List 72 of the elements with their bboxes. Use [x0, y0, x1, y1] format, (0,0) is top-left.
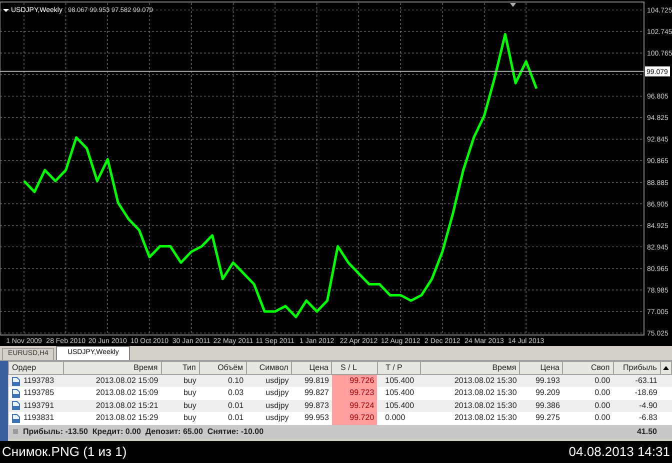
- table-cell: 2013.08.02 15:09: [64, 374, 162, 387]
- table-cell: 99.726: [332, 374, 378, 387]
- column-header[interactable]: Время: [64, 362, 162, 374]
- table-cell: 99.827: [292, 387, 332, 400]
- order-icon: [12, 376, 20, 386]
- table-cell: usdjpy: [246, 400, 292, 412]
- summary-icon: [13, 429, 18, 434]
- table-cell: buy: [161, 412, 200, 424]
- table-cell: 1193831: [24, 412, 54, 424]
- status-text: Снимок.PNG (1 из 1): [2, 443, 127, 462]
- table-cell: usdjpy: [246, 412, 292, 424]
- table-cell: buy: [161, 374, 200, 387]
- table-cell: -63.11: [613, 374, 660, 387]
- column-header[interactable]: Цена: [292, 362, 332, 374]
- order-icon: [12, 414, 20, 423]
- column-header[interactable]: Прибыль: [613, 362, 660, 374]
- column-header[interactable]: S / L: [332, 362, 378, 374]
- table-cell: 2013.08.02 15:30: [420, 374, 520, 387]
- table-cell: 1193785: [24, 387, 54, 400]
- table-cell: usdjpy: [246, 374, 292, 387]
- table-cell: -18.69: [613, 387, 660, 400]
- table-cell: 99.275: [520, 412, 563, 424]
- table-cell: buy: [161, 400, 200, 412]
- column-header[interactable]: Объём: [199, 362, 247, 374]
- table-cell: 2013.08.02 15:30: [420, 412, 520, 424]
- table-cell: 0.01: [199, 400, 247, 412]
- table-cell: 99.209: [520, 387, 563, 400]
- table-cell: -4.90: [613, 400, 660, 412]
- table-cell: 0.10: [199, 374, 247, 387]
- table-cell: 99.873: [292, 400, 332, 412]
- table-cell: 2013.08.02 15:30: [420, 387, 520, 400]
- table-cell: 0.000: [377, 412, 420, 424]
- account-summary: Прибыль: -13.50 Кредит: 0.00 Депозит: 65.00 Снятие: -10.00: [23, 426, 264, 438]
- column-header[interactable]: T / P: [377, 362, 420, 374]
- table-cell: 105.400: [377, 374, 420, 387]
- order-icon: [12, 401, 20, 410]
- table-cell: 2013.08.02 15:21: [64, 400, 162, 412]
- table-cell: 0.00: [562, 400, 614, 412]
- scroll-up-icon[interactable]: [662, 366, 669, 370]
- table-cell: 105.400: [377, 387, 420, 400]
- order-icon: [12, 388, 20, 398]
- table-cell: 2013.08.02 15:30: [420, 400, 520, 412]
- table-cell: 99.724: [332, 400, 378, 412]
- table-cell: 2013.08.02 15:29: [64, 412, 162, 424]
- table-cell: buy: [161, 387, 200, 400]
- status-datetime: 04.08.2013 14:31: [568, 443, 670, 462]
- table-cell: 99.819: [292, 374, 332, 387]
- table-cell: 2013.08.02 15:09: [64, 387, 162, 400]
- table-cell: 99.953: [292, 412, 332, 424]
- table-cell: usdjpy: [246, 387, 292, 400]
- table-cell: 0.03: [199, 387, 247, 400]
- table-cell: 1193791: [24, 400, 54, 412]
- column-header[interactable]: Ордер: [8, 362, 64, 374]
- total-profit: 41.50: [636, 426, 657, 438]
- column-header[interactable]: Время: [420, 362, 520, 374]
- table-cell: 99.386: [520, 400, 563, 412]
- column-header[interactable]: Символ: [246, 362, 292, 374]
- table-cell: 0.00: [562, 412, 614, 424]
- table-cell: 0.00: [562, 387, 614, 400]
- table-cell: -6.83: [613, 412, 660, 424]
- table-cell: 99.723: [332, 387, 378, 400]
- column-header[interactable]: Своп: [562, 362, 614, 374]
- column-header[interactable]: Тип: [161, 362, 200, 374]
- chart-shift-icon[interactable]: [510, 3, 516, 7]
- table-cell: 1193783: [24, 375, 54, 387]
- table-cell: 0.00: [562, 374, 614, 387]
- table-cell: 99.720: [332, 412, 378, 424]
- column-header[interactable]: Цена: [520, 362, 563, 374]
- table-cell: 0.01: [199, 412, 247, 424]
- table-cell: 105.400: [377, 400, 420, 412]
- table-cell: 99.193: [520, 374, 563, 387]
- dropdown-icon[interactable]: [3, 9, 9, 12]
